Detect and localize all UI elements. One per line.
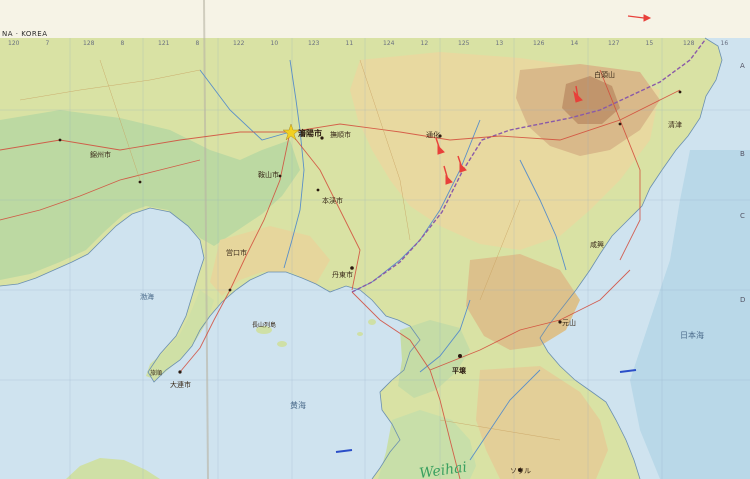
longitude-tick: 15 xyxy=(645,40,654,47)
longitude-tick: 10 xyxy=(270,40,279,47)
place-label-shenyang: 瀋陽市 xyxy=(298,129,322,138)
place-label-wonsan: 元山 xyxy=(562,319,576,327)
place-label-fushun: 撫順市 xyxy=(330,131,351,139)
place-label-benxi: 本渓市 xyxy=(322,197,343,205)
map-page: Weihai NA · KOREA 120 7 128 8 121 8 122 10 123 11… xyxy=(0,0,750,479)
longitude-tick: 128 xyxy=(83,40,95,47)
place-label-anshan: 鞍山市 xyxy=(258,171,279,179)
place-label-tonghua: 通化 xyxy=(426,131,440,139)
place-label-yingkou: 営口市 xyxy=(226,249,247,257)
longitude-tick: 121 xyxy=(158,40,170,47)
place-label-bohai: 渤海 xyxy=(140,293,154,301)
longitude-tick: 11 xyxy=(345,40,354,47)
edge-letter: B xyxy=(740,150,745,158)
longitude-tick: 125 xyxy=(458,40,470,47)
longitude-tick: 14 xyxy=(570,40,579,47)
place-label-lushun: 旅順 xyxy=(150,370,163,377)
edge-letter: D xyxy=(740,296,746,304)
longitude-tick: 124 xyxy=(383,40,395,47)
longitude-tick: 128 xyxy=(683,40,695,47)
longitude-tick: 126 xyxy=(533,40,545,47)
island-small-2 xyxy=(368,319,376,325)
place-label-dandong: 丹東市 xyxy=(332,271,353,279)
island-small-1 xyxy=(277,341,287,347)
edge-letter: A xyxy=(740,62,745,70)
longitude-tick: 120 xyxy=(8,40,20,47)
place-label-pyongyang: 平壌 xyxy=(452,367,466,375)
longitude-tick: 8 xyxy=(195,40,200,47)
place-label-baitou: 白頭山 xyxy=(594,71,615,79)
place-label-east_sea: 日本海 xyxy=(680,331,704,340)
longitude-tick: 7 xyxy=(45,40,50,47)
map-canvas: Weihai xyxy=(0,0,750,479)
longitude-tick: 12 xyxy=(420,40,429,47)
island-small-3 xyxy=(357,332,363,336)
longitude-tick: 123 xyxy=(308,40,320,47)
place-label-seoul_area: ソウル xyxy=(510,467,531,475)
place-label-yellow_sea: 黄海 xyxy=(290,401,306,410)
longitude-tick: 122 xyxy=(233,40,245,47)
longitude-tick: 16 xyxy=(720,40,729,47)
place-label-chongjin: 清津 xyxy=(668,121,682,129)
title-label: NA · KOREA xyxy=(2,30,48,38)
place-label-dalian: 大連市 xyxy=(170,381,191,389)
place-label-hamhung: 咸興 xyxy=(590,241,604,249)
place-label-changshan: 長山列島 xyxy=(252,322,277,329)
longitude-tick: 13 xyxy=(495,40,504,47)
edge-letter: C xyxy=(740,212,745,220)
longitude-tick: 8 xyxy=(120,40,125,47)
place-label-jinzhou: 錦州市 xyxy=(90,151,111,159)
longitude-tick: 127 xyxy=(608,40,620,47)
